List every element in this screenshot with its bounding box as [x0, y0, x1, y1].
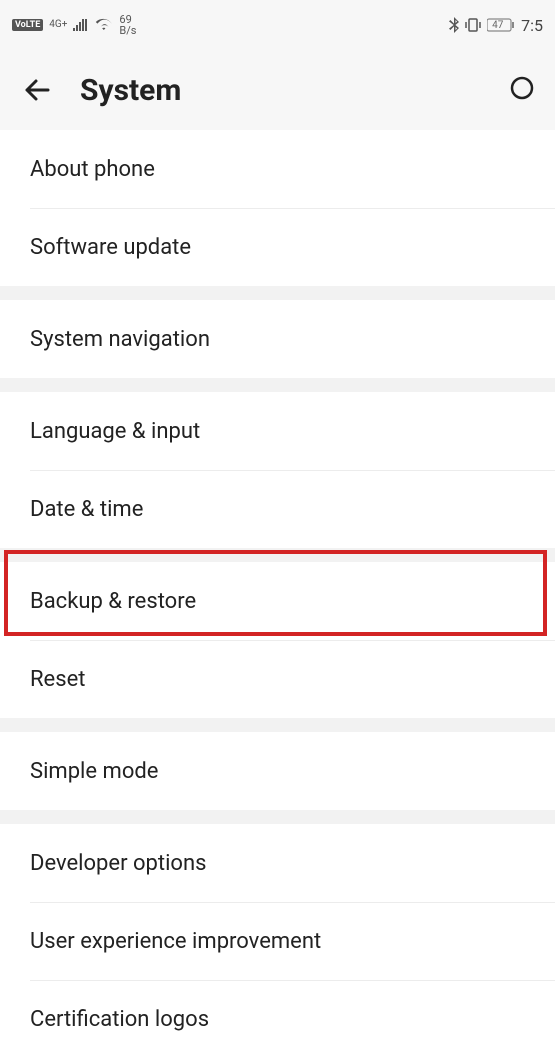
section-4: Backup & restore Reset [0, 562, 555, 718]
status-right: 47 7:5 [449, 16, 543, 35]
section-gap [0, 378, 555, 392]
row-label: Language & input [30, 419, 200, 444]
row-label: System navigation [30, 327, 210, 352]
row-label: Backup & restore [30, 589, 196, 614]
section-1: About phone Software update [0, 130, 555, 286]
section-2: System navigation [0, 300, 555, 378]
row-system-navigation[interactable]: System navigation [0, 300, 555, 378]
row-label: About phone [30, 157, 155, 182]
status-bar: VoLTE 4G+ 69 B/s 47 7:5 [0, 0, 555, 50]
section-5: Simple mode [0, 732, 555, 810]
clock: 7:5 [521, 16, 543, 35]
wifi-icon [95, 18, 113, 32]
section-gap [0, 286, 555, 300]
back-button[interactable] [20, 73, 54, 107]
row-developer-options[interactable]: Developer options [0, 824, 555, 902]
row-label: Developer options [30, 851, 206, 876]
search-button[interactable] [505, 75, 535, 105]
signal-icon [73, 19, 89, 31]
row-label: Certification logos [30, 1007, 209, 1032]
network-type: 4G+ [49, 20, 67, 30]
vibrate-icon [465, 18, 481, 32]
battery-icon: 47 [487, 18, 515, 32]
section-6: Developer options User experience improv… [0, 824, 555, 1058]
section-gap [0, 810, 555, 824]
network-speed: 69 B/s [119, 14, 136, 36]
network-gen: 4G+ [49, 19, 67, 30]
row-ux-improvement[interactable]: User experience improvement [0, 902, 555, 980]
row-reset[interactable]: Reset [0, 640, 555, 718]
row-about-phone[interactable]: About phone [0, 130, 555, 208]
row-software-update[interactable]: Software update [0, 208, 555, 286]
row-label: Software update [30, 235, 191, 260]
section-3: Language & input Date & time [0, 392, 555, 548]
section-gap [0, 718, 555, 732]
row-backup-restore[interactable]: Backup & restore [0, 562, 555, 640]
row-label: Date & time [30, 497, 143, 522]
row-certification-logos[interactable]: Certification logos [0, 980, 555, 1058]
row-label: Simple mode [30, 759, 158, 784]
status-left: VoLTE 4G+ 69 B/s [12, 14, 136, 36]
back-arrow-icon [22, 75, 52, 105]
row-label: Reset [30, 667, 85, 692]
row-date-time[interactable]: Date & time [0, 470, 555, 548]
row-language-input[interactable]: Language & input [0, 392, 555, 470]
section-gap [0, 548, 555, 562]
volte-badge: VoLTE [12, 19, 43, 31]
page-title: System [80, 73, 181, 108]
header-bar: System [0, 50, 555, 130]
bluetooth-icon [449, 17, 459, 33]
speed-unit: B/s [119, 25, 136, 36]
row-simple-mode[interactable]: Simple mode [0, 732, 555, 810]
row-label: User experience improvement [30, 929, 321, 954]
search-icon [506, 76, 534, 104]
